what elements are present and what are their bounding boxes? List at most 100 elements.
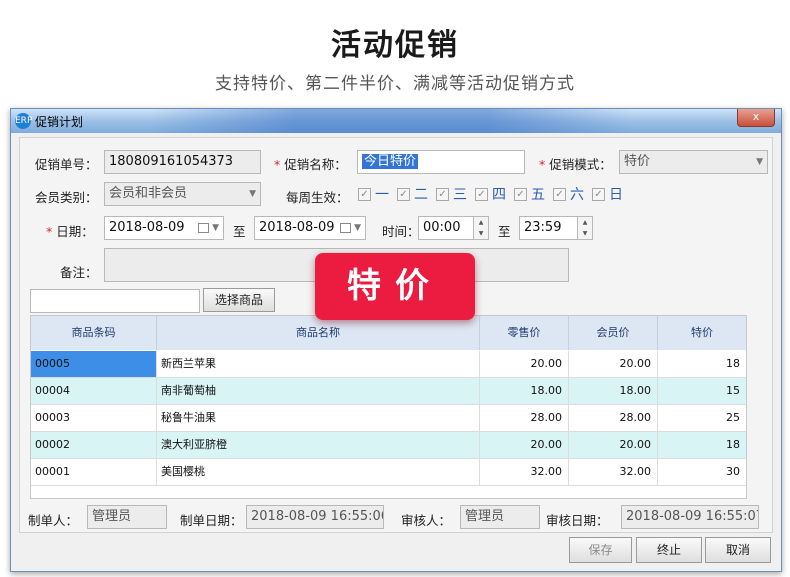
time-to-label: 至 — [498, 224, 511, 239]
member-type-select[interactable]: 会员和非会员 ▼ — [104, 182, 261, 206]
checkbox[interactable]: ✓ — [592, 187, 605, 201]
save-button[interactable]: 保存 — [569, 537, 632, 563]
window-titlebar[interactable]: ERP 促销计划 x — [11, 109, 781, 133]
app-icon: ERP — [15, 113, 32, 129]
cell-retail[interactable]: 28.00 — [480, 405, 569, 431]
promo-name-input[interactable]: 今日特价 — [357, 150, 525, 174]
cell-name[interactable]: 美国樱桃 — [157, 459, 480, 485]
spinner-icon[interactable]: ▲ ▼ — [577, 217, 592, 239]
calendar-icon[interactable] — [198, 223, 209, 233]
checkbox[interactable]: ✓ — [358, 187, 371, 201]
column-header-code[interactable]: 商品条码 — [31, 316, 157, 350]
cell-special[interactable]: 25 — [658, 405, 746, 431]
cell-code[interactable]: 00001 — [31, 459, 157, 485]
auditor-label: 审核人： — [401, 513, 452, 528]
terminate-button[interactable]: 终止 — [636, 537, 702, 563]
column-header-member[interactable]: 会员价 — [569, 316, 658, 350]
time-to-value: 23:59 — [524, 220, 562, 235]
column-header-retail[interactable]: 零售价 — [480, 316, 569, 350]
checkbox[interactable]: ✓ — [436, 187, 449, 201]
table-row[interactable]: 00001 美国樱桃 32.00 32.00 30 — [31, 459, 746, 486]
promo-mode-label-text: 促销模式： — [549, 157, 612, 172]
table-row[interactable]: 00002 澳大利亚脐橙 20.00 20.00 18 — [31, 432, 746, 459]
date-to-value: 2018-08-09 — [259, 220, 335, 235]
audit-date-field: 2018-08-09 16:55:07 — [621, 505, 759, 529]
cell-member[interactable]: 20.00 — [569, 351, 658, 377]
spinner-icon[interactable]: ▲ ▼ — [473, 217, 488, 239]
time-to-input[interactable]: 23:59 ▲ ▼ — [519, 216, 593, 240]
cell-retail[interactable]: 20.00 — [480, 351, 569, 377]
cell-retail[interactable]: 18.00 — [480, 378, 569, 404]
weekday-label: 五 — [531, 187, 545, 203]
table-header: 商品条码 商品名称 零售价 会员价 特价 — [31, 316, 746, 350]
weekday-sun[interactable]: ✓ 日 — [592, 184, 623, 204]
calendar-icon[interactable] — [340, 223, 351, 233]
checkbox[interactable]: ✓ — [514, 187, 527, 201]
weekday-sat[interactable]: ✓ 六 — [553, 184, 584, 204]
cell-special[interactable]: 15 — [658, 378, 746, 404]
cell-retail[interactable]: 32.00 — [480, 459, 569, 485]
cell-code[interactable]: 00004 — [31, 378, 157, 404]
promo-mode-select[interactable]: 特价 ▼ — [619, 150, 768, 174]
cell-special[interactable]: 30 — [658, 459, 746, 485]
close-button[interactable]: x — [737, 109, 775, 127]
weekday-label: 三 — [453, 187, 467, 203]
maker-field: 管理员 — [87, 505, 167, 529]
order-no-label: 促销单号： — [35, 157, 98, 172]
cell-member[interactable]: 20.00 — [569, 432, 658, 458]
cell-code[interactable]: 00003 — [31, 405, 157, 431]
cell-special[interactable]: 18 — [658, 432, 746, 458]
cell-retail[interactable]: 20.00 — [480, 432, 569, 458]
weekday-tue[interactable]: ✓ 二 — [397, 184, 428, 204]
make-date-label: 制单日期： — [180, 513, 243, 528]
weekday-checkboxes: ✓ 一 ✓ 二 ✓ 三 ✓ 四 ✓ 五 ✓ 六 ✓ 日 — [358, 184, 631, 204]
weekday-label: 四 — [492, 187, 506, 203]
promo-name-label: * 促销名称： — [274, 154, 347, 173]
checkbox[interactable]: ✓ — [475, 187, 488, 201]
remark-label: 备注： — [60, 265, 98, 280]
table-row[interactable]: 00003 秘鲁牛油果 28.00 28.00 25 — [31, 405, 746, 432]
titlebar-background — [151, 109, 631, 133]
cell-member[interactable]: 28.00 — [569, 405, 658, 431]
cancel-button[interactable]: 取消 — [705, 537, 771, 563]
time-from-input[interactable]: 00:00 ▲ ▼ — [418, 216, 489, 240]
cell-name[interactable]: 新西兰苹果 — [157, 351, 480, 377]
cell-member[interactable]: 18.00 — [569, 378, 658, 404]
date-from-picker[interactable]: 2018-08-09 ▼ — [104, 216, 224, 240]
cell-code[interactable]: 00002 — [31, 432, 157, 458]
time-label: 时间： — [382, 224, 420, 239]
goods-search-input[interactable] — [30, 289, 200, 313]
weekday-mon[interactable]: ✓ 一 — [358, 184, 389, 204]
column-header-name[interactable]: 商品名称 — [157, 316, 480, 350]
cell-name[interactable]: 南非葡萄柚 — [157, 378, 480, 404]
window-title: 促销计划 — [35, 115, 84, 129]
cell-special[interactable]: 18 — [658, 351, 746, 377]
select-goods-button[interactable]: 选择商品 — [203, 288, 275, 312]
table-row[interactable]: 00004 南非葡萄柚 18.00 18.00 15 — [31, 378, 746, 405]
date-label-text: 日期： — [56, 224, 94, 239]
maker-label: 制单人： — [28, 513, 79, 528]
weekday-thu[interactable]: ✓ 四 — [475, 184, 506, 204]
member-type-label: 会员类别： — [35, 190, 98, 205]
cell-code[interactable]: 00005 — [31, 351, 157, 377]
checkbox[interactable]: ✓ — [397, 187, 410, 201]
column-header-special[interactable]: 特价 — [658, 316, 746, 350]
required-mark: * — [46, 224, 53, 239]
cell-name[interactable]: 澳大利亚脐橙 — [157, 432, 480, 458]
weekday-wed[interactable]: ✓ 三 — [436, 184, 467, 204]
weekday-label: 二 — [414, 187, 428, 203]
weekday-label: 六 — [570, 187, 584, 203]
table-row[interactable]: 00005 新西兰苹果 20.00 20.00 18 — [31, 351, 746, 378]
cell-name[interactable]: 秘鲁牛油果 — [157, 405, 480, 431]
member-type-value: 会员和非会员 — [109, 186, 188, 201]
checkbox[interactable]: ✓ — [553, 187, 566, 201]
weekday-fri[interactable]: ✓ 五 — [514, 184, 545, 204]
cell-member[interactable]: 32.00 — [569, 459, 658, 485]
date-from-value: 2018-08-09 — [109, 220, 185, 235]
weekly-label: 每周生效： — [286, 190, 349, 205]
promo-mode-label: * 促销模式： — [539, 154, 612, 173]
weekday-label: 日 — [609, 187, 623, 203]
chevron-down-icon: ▼ — [212, 223, 219, 233]
goods-table: 商品条码 商品名称 零售价 会员价 特价 00005 新西兰苹果 20.00 2… — [30, 315, 747, 499]
date-to-picker[interactable]: 2018-08-09 ▼ — [254, 216, 366, 240]
